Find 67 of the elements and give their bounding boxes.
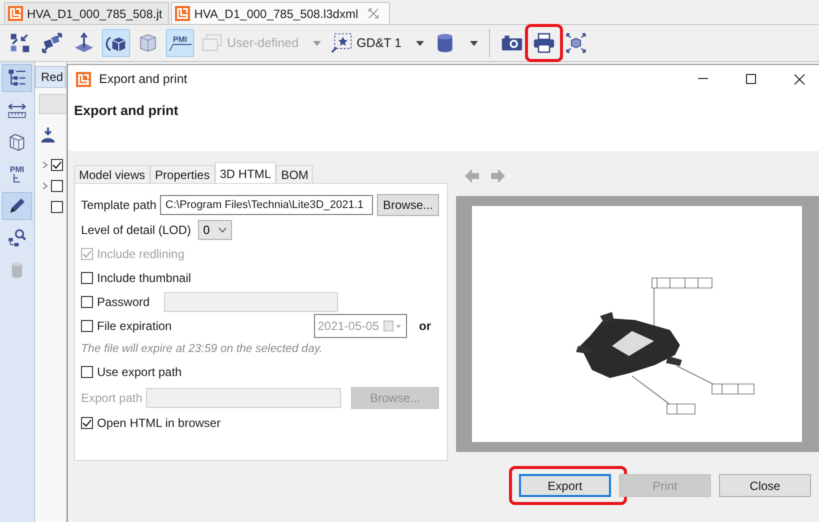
dialog-tab[interactable]: BOM: [276, 165, 314, 183]
checkbox[interactable]: [81, 272, 93, 284]
path-field[interactable]: C:\Program Files\Technia\Lite3D_2021.1: [160, 194, 373, 214]
cube-expand-icon: [564, 32, 586, 54]
download-person-icon: [39, 126, 57, 144]
tree-branch-icon: [12, 174, 22, 184]
chevron-icon: [218, 227, 227, 233]
app-logo-icon: [8, 6, 23, 21]
dialog-tab[interactable]: Properties: [150, 165, 215, 183]
stacked-windows-icon: [201, 32, 223, 54]
sidebar-button[interactable]: [2, 64, 32, 92]
editor-tab[interactable]: HVA_D1_000_785_508.jt: [4, 2, 170, 24]
path-field[interactable]: [146, 388, 341, 408]
lod-dropdown[interactable]: 0: [198, 220, 232, 240]
field-label: Level of detail (LOD): [81, 223, 192, 237]
pmi-toggle-button[interactable]: PMI: [166, 29, 194, 57]
printer-icon: [532, 32, 554, 54]
dialog-heading: Export and print: [74, 103, 178, 118]
maximize-icon: [746, 74, 756, 84]
panel-tab[interactable]: Red: [35, 66, 66, 88]
hint-text: The file will expire at 23:59 on the selected day.: [81, 343, 322, 355]
app-logo-icon: [175, 6, 190, 21]
checkbox[interactable]: [81, 296, 93, 308]
caret-icon: [416, 40, 424, 46]
password-field[interactable]: [164, 292, 338, 312]
toolbar-dropdown[interactable]: GD&T 1: [328, 29, 426, 57]
close-icon[interactable]: [368, 8, 380, 19]
calendar-icon: [383, 320, 403, 332]
checkbox[interactable]: [51, 180, 63, 192]
dialog-title: Export and print: [99, 72, 188, 86]
app-logo-icon: [76, 72, 91, 86]
close-icon: [794, 74, 804, 84]
checkbox[interactable]: [51, 158, 63, 170]
dialog-button[interactable]: Export: [519, 474, 611, 497]
sidebar-button[interactable]: [2, 192, 32, 220]
toolbar-button[interactable]: [102, 29, 130, 57]
caret-icon: [312, 40, 321, 46]
tree-list-icon: [7, 68, 27, 88]
or-label: or: [419, 319, 431, 333]
browse-button[interactable]: Browse...: [376, 194, 439, 216]
cubes-diagonal-arrows-icon: [41, 32, 63, 54]
editor-tab[interactable]: HVA_D1_000_785_508.l3dxml: [171, 2, 390, 24]
checkbox[interactable]: [81, 417, 93, 429]
axis-plane-icon: [73, 32, 95, 54]
nodes-search-icon: [7, 228, 27, 248]
checkbox-label: Password: [97, 295, 150, 309]
minimize-icon: [698, 78, 708, 80]
dotted-frame-star-icon: [330, 32, 353, 54]
part-outline-icon: [7, 132, 27, 152]
cubes-arrows-icon: [9, 32, 31, 54]
dialog-tab[interactable]: 3D HTML: [214, 162, 276, 183]
checkbox-label: Use export path: [97, 365, 182, 379]
checkbox-label: File expiration: [97, 319, 172, 333]
pmi-tree-button[interactable]: PMI: [2, 160, 32, 188]
checkbox-label: Open HTML in browser: [97, 416, 221, 430]
caret-icon: [470, 40, 478, 46]
panel-field[interactable]: [39, 94, 66, 114]
field-label: Template path: [81, 198, 156, 212]
checkbox-label: Include redlining: [97, 247, 184, 261]
transparent-cube-icon: [137, 32, 159, 54]
checkbox[interactable]: [81, 366, 93, 378]
field-label: Export path: [81, 390, 142, 404]
dialog-tab[interactable]: Model views: [74, 165, 150, 183]
dialog-button[interactable]: Close: [719, 474, 811, 497]
checkbox-label: Include thumbnail: [97, 271, 192, 285]
checkbox[interactable]: [51, 200, 63, 212]
checkbox[interactable]: [81, 320, 93, 332]
